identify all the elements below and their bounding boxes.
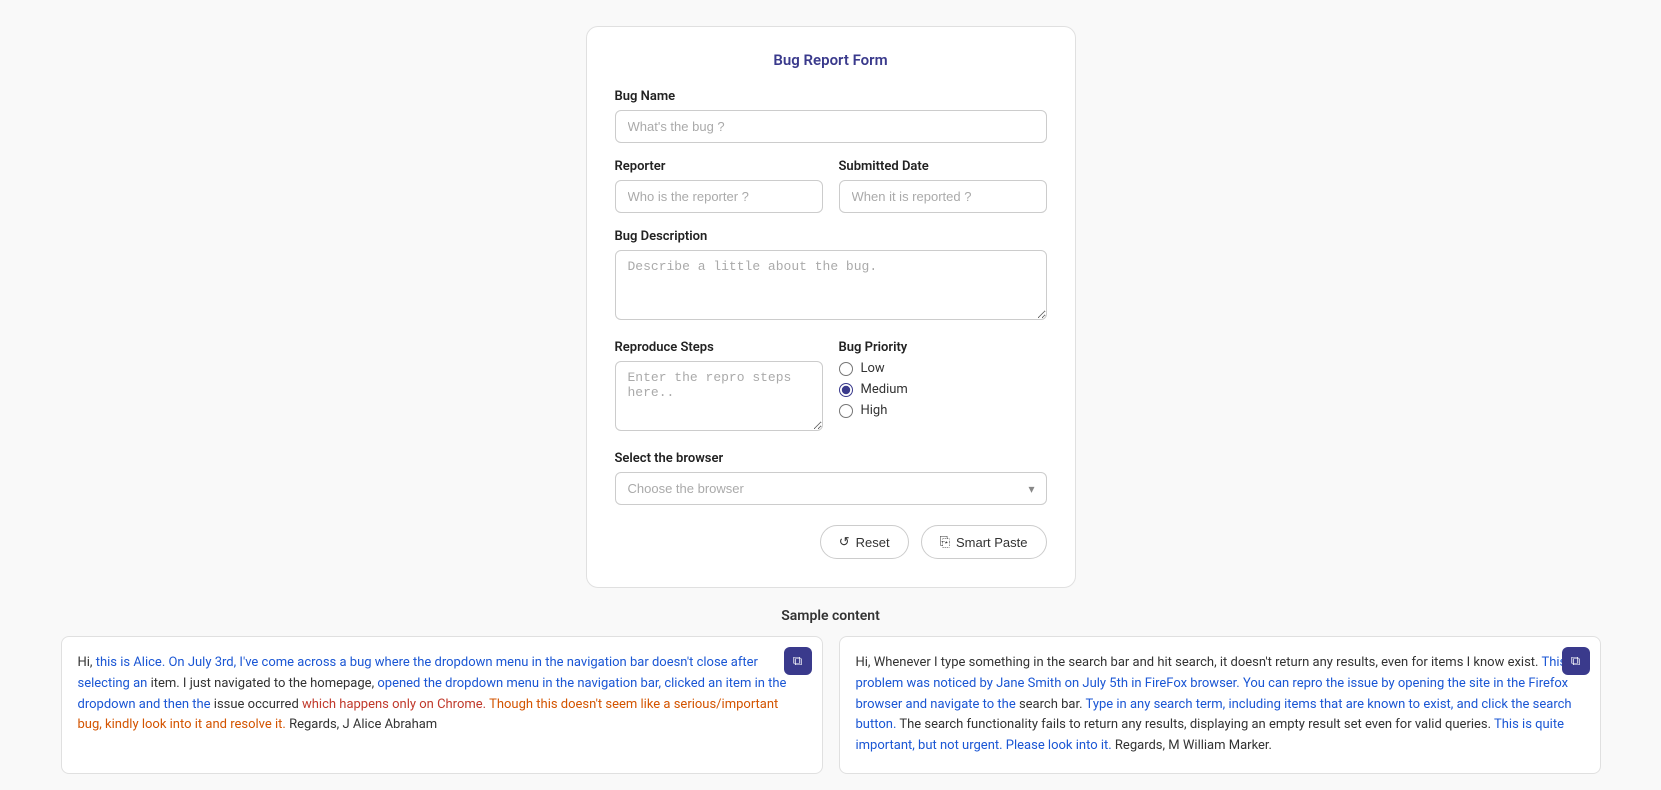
form-title: Bug Report Form xyxy=(615,51,1047,69)
priority-low-label: Low xyxy=(861,361,885,376)
sample-card-2: ⧉ Hi, Whenever I type something in the s… xyxy=(839,636,1601,774)
priority-high-item[interactable]: High xyxy=(839,403,1047,418)
priority-high-radio[interactable] xyxy=(839,404,853,418)
reporter-input[interactable] xyxy=(615,180,823,213)
sample-card-2-text: Hi, Whenever I type something in the sea… xyxy=(856,653,1584,757)
bug-description-group: Bug Description xyxy=(615,229,1047,324)
browser-label: Select the browser xyxy=(615,451,1047,466)
reporter-label: Reporter xyxy=(615,159,823,174)
reporter-date-row: Reporter Submitted Date xyxy=(615,159,1047,229)
submitted-date-label: Submitted Date xyxy=(839,159,1047,174)
repro-steps-input[interactable] xyxy=(615,361,823,431)
priority-medium-label: Medium xyxy=(861,382,908,397)
paste-icon: ⎘ xyxy=(940,534,950,550)
bug-priority-group: Bug Priority Low Medium High xyxy=(839,340,1047,435)
repro-priority-row: Reproduce Steps Bug Priority Low Medium xyxy=(615,340,1047,435)
reset-button[interactable]: ↺ Reset xyxy=(820,525,909,559)
submitted-date-group: Submitted Date xyxy=(839,159,1047,213)
priority-high-label: High xyxy=(861,403,888,418)
reset-icon: ↺ xyxy=(839,534,850,550)
reset-label: Reset xyxy=(856,535,890,550)
sample-card-1-text: Hi, this is Alice. On July 3rd, I've com… xyxy=(78,653,806,736)
repro-steps-label: Reproduce Steps xyxy=(615,340,823,355)
smart-paste-label: Smart Paste xyxy=(956,535,1028,550)
highlight-chrome: which happens only on Chrome. xyxy=(302,697,486,712)
sample-card-1: ⧉ Hi, this is Alice. On July 3rd, I've c… xyxy=(61,636,823,774)
sample-content-title: Sample content xyxy=(16,608,1645,624)
bug-name-group: Bug Name xyxy=(615,89,1047,143)
copy-card-2-button[interactable]: ⧉ xyxy=(1562,647,1590,675)
priority-radio-group: Low Medium High xyxy=(839,361,1047,418)
bug-name-input[interactable] xyxy=(615,110,1047,143)
submitted-date-input[interactable] xyxy=(839,180,1047,213)
reporter-group: Reporter xyxy=(615,159,823,213)
browser-group: Select the browser Choose the browser Ch… xyxy=(615,451,1047,505)
bug-description-input[interactable] xyxy=(615,250,1047,320)
bug-priority-label: Bug Priority xyxy=(839,340,1047,355)
bug-report-form: Bug Report Form Bug Name Reporter Submit… xyxy=(586,26,1076,588)
bug-description-label: Bug Description xyxy=(615,229,1047,244)
bug-name-label: Bug Name xyxy=(615,89,1047,104)
copy-card-1-button[interactable]: ⧉ xyxy=(784,647,812,675)
priority-low-radio[interactable] xyxy=(839,362,853,376)
form-actions: ↺ Reset ⎘ Smart Paste xyxy=(615,525,1047,559)
copy-icon-1: ⧉ xyxy=(793,653,802,669)
browser-select[interactable]: Choose the browser Chrome Firefox Safari… xyxy=(615,472,1047,505)
priority-medium-radio[interactable] xyxy=(839,383,853,397)
priority-medium-item[interactable]: Medium xyxy=(839,382,1047,397)
priority-low-item[interactable]: Low xyxy=(839,361,1047,376)
sample-cards-container: ⧉ Hi, this is Alice. On July 3rd, I've c… xyxy=(61,636,1601,774)
copy-icon-2: ⧉ xyxy=(1571,653,1580,669)
smart-paste-button[interactable]: ⎘ Smart Paste xyxy=(921,525,1047,559)
browser-select-wrapper: Choose the browser Chrome Firefox Safari… xyxy=(615,472,1047,505)
highlight-important: This is quite important, but not urgent.… xyxy=(856,717,1565,753)
repro-steps-group: Reproduce Steps xyxy=(615,340,823,435)
